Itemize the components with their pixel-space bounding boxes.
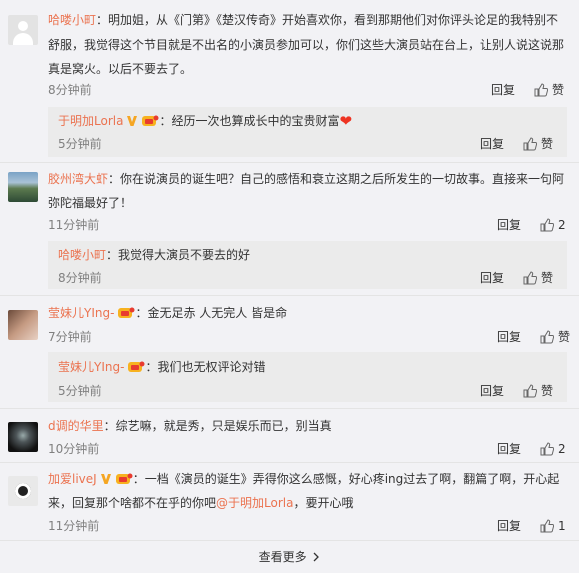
- like-label: 赞: [558, 330, 571, 344]
- comment-text: 来，回复那个啥都不在乎的你吧: [48, 496, 217, 510]
- reply-text: ：我觉得大演员不要去的好: [106, 248, 251, 262]
- divider: [0, 162, 579, 163]
- like-label: 赞: [541, 137, 554, 151]
- commenter-name[interactable]: d调的华里: [48, 419, 104, 433]
- reply-author-name[interactable]: 哈喽小町: [58, 248, 106, 262]
- commenter-name[interactable]: 哈喽小町: [48, 13, 96, 27]
- thumbs-up-icon: [540, 519, 555, 533]
- comment-text: 真是窝火。以后不要去了。: [48, 62, 193, 76]
- reply-button[interactable]: 回复: [497, 441, 521, 457]
- thumbs-up-icon: [540, 330, 555, 344]
- thumbs-up-icon: [534, 83, 549, 97]
- reply-button[interactable]: 回复: [480, 270, 504, 286]
- divider: [0, 295, 579, 296]
- thumbs-up-icon: [523, 137, 538, 151]
- timestamp: 5分钟前: [58, 384, 102, 398]
- comment-text: ，要开心哦: [293, 496, 354, 510]
- thumbs-up-icon: [523, 384, 538, 398]
- like-count: 2: [558, 442, 566, 456]
- comment-text: 弥陀福最好了！: [48, 196, 133, 210]
- comment-text: 舒服，我觉得这个节目就是不出名的小演员参加可以，你们这些大演员站在台上，让别人说…: [48, 38, 565, 52]
- like-button[interactable]: 2: [540, 441, 566, 457]
- reply-text: ：经历一次也算成长中的宝贵财富: [159, 114, 340, 128]
- timestamp: 8分钟前: [58, 271, 102, 285]
- reply-button[interactable]: 回复: [491, 82, 515, 98]
- like-label: 赞: [541, 271, 554, 285]
- thumbs-up-icon: [540, 218, 555, 232]
- timestamp: 7分钟前: [48, 330, 92, 344]
- thumbs-up-icon: [540, 442, 555, 456]
- verified-v-icon: [126, 111, 138, 136]
- like-button[interactable]: 2: [540, 217, 566, 233]
- avatar[interactable]: [8, 15, 38, 45]
- timestamp: 8分钟前: [48, 83, 92, 97]
- like-button[interactable]: 赞: [534, 82, 564, 98]
- like-button[interactable]: 赞: [523, 270, 553, 286]
- avatar[interactable]: [8, 172, 38, 202]
- divider: [0, 462, 579, 463]
- reply-button[interactable]: 回复: [480, 136, 504, 152]
- like-label: 赞: [541, 384, 554, 398]
- like-label: 赞: [552, 83, 565, 97]
- avatar[interactable]: [8, 422, 38, 452]
- mention-link[interactable]: @于明加Lorla: [216, 496, 293, 510]
- commenter-name[interactable]: 莹妹儿YIng-: [48, 306, 114, 320]
- reply-button[interactable]: 回复: [497, 518, 521, 534]
- vip-badge-icon: [127, 358, 145, 383]
- comment-text: ：一档《演员的诞生》弄得你这么感慨，好心疼ing过去了啊，翻篇了啊，开心起: [132, 472, 560, 486]
- timestamp: 11分钟前: [48, 519, 100, 533]
- like-button[interactable]: 赞: [523, 383, 553, 399]
- vip-badge-icon: [141, 112, 159, 137]
- vip-badge-icon: [117, 304, 135, 329]
- comment-text: ：综艺嘛，就是秀，只是娱乐而已，别当真: [103, 419, 332, 433]
- reply-author-name[interactable]: 于明加Lorla: [58, 114, 123, 128]
- heart-emoji: ❤: [339, 112, 353, 130]
- divider: [0, 540, 579, 541]
- like-count: 1: [558, 519, 566, 533]
- reply-button[interactable]: 回复: [497, 329, 521, 345]
- chevron-right-icon: [313, 552, 320, 562]
- like-button[interactable]: 赞: [540, 329, 570, 345]
- reply-author-name[interactable]: 莹妹儿YIng-: [58, 360, 124, 374]
- thumbs-up-icon: [523, 271, 538, 285]
- timestamp: 5分钟前: [58, 137, 102, 151]
- reply-button[interactable]: 回复: [497, 217, 521, 233]
- commenter-name[interactable]: 加爱liveJ: [48, 472, 97, 486]
- like-count: 2: [558, 218, 566, 232]
- comment-text: ：你在说演员的诞生吧？自己的感悟和衰立这期之后所发生的一切故事。直接来一句阿: [108, 172, 565, 186]
- avatar[interactable]: [8, 310, 38, 340]
- load-more-button[interactable]: 查看更多: [0, 548, 579, 566]
- divider: [0, 408, 579, 409]
- reply-text: ：我们也无权评论对错: [145, 360, 266, 374]
- commenter-name[interactable]: 胶州湾大虾: [48, 172, 108, 186]
- comment-text: ：金无足赤 人无完人 皆是命: [135, 306, 288, 320]
- comment-text: ：明加姐，从《门第》《楚汉传奇》开始喜欢你，看到那期他们对你评头论足的我特别不: [96, 13, 559, 27]
- timestamp: 11分钟前: [48, 218, 100, 232]
- like-button[interactable]: 赞: [523, 136, 553, 152]
- load-more-label: 查看更多: [258, 550, 307, 564]
- like-button[interactable]: 1: [540, 518, 566, 534]
- reply-button[interactable]: 回复: [480, 383, 504, 399]
- timestamp: 10分钟前: [48, 442, 100, 456]
- avatar[interactable]: [8, 476, 38, 506]
